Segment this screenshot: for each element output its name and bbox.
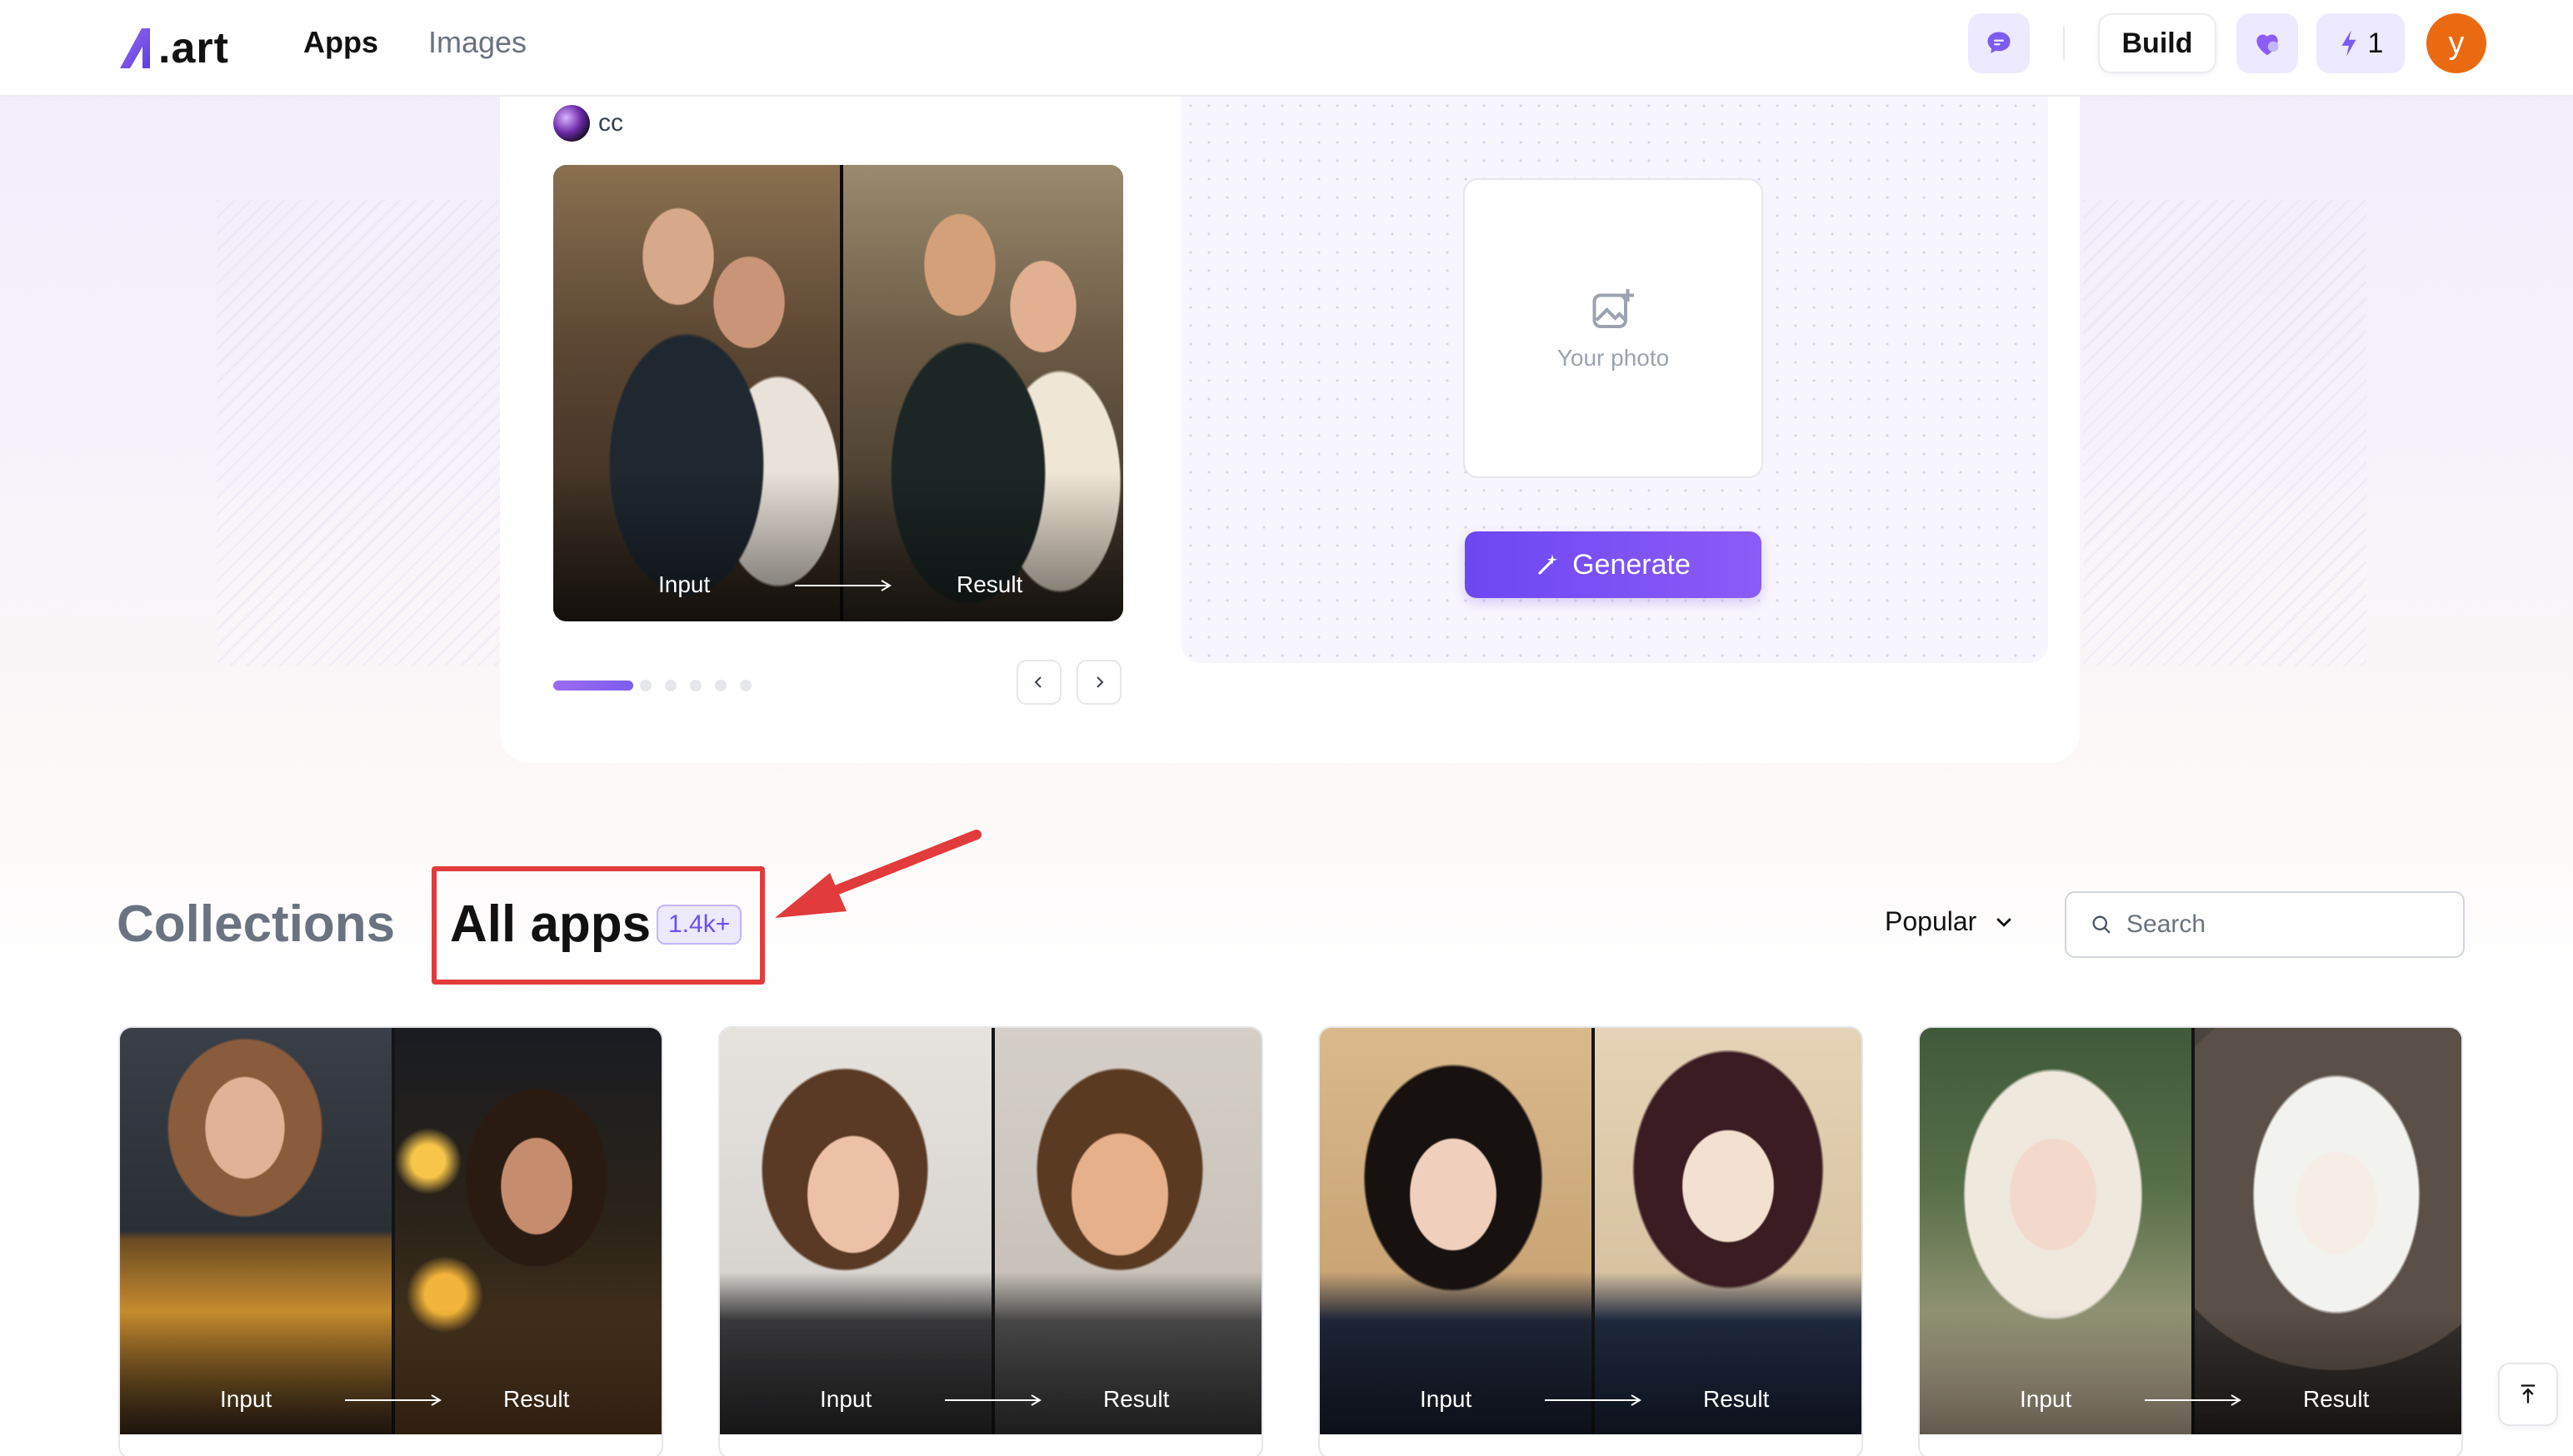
carousel-dot[interactable]	[740, 680, 752, 691]
app-card[interactable]: Input Result	[718, 1026, 1263, 1456]
apps-count-badge: 1.4k+	[657, 905, 742, 945]
heart-icon	[2256, 34, 2279, 56]
credits-button[interactable]: 1	[2316, 13, 2405, 73]
lightning-icon	[2341, 30, 2356, 57]
sort-selected: Popular	[1885, 906, 1977, 936]
arrow-right-icon	[2145, 1394, 2241, 1406]
chat-button[interactable]	[1968, 13, 2030, 73]
app-card-image: Input Result	[120, 1028, 662, 1434]
carousel-prev-button[interactable]	[1017, 660, 1062, 705]
app-card[interactable]: Input Result	[1318, 1026, 1863, 1456]
magic-wand-icon	[1538, 554, 1558, 575]
decorative-stripes-right	[2083, 200, 2366, 666]
chevron-right-icon	[1097, 676, 1104, 688]
search-icon	[2092, 915, 2111, 934]
nav-images[interactable]: Images	[428, 25, 527, 60]
chevron-down-icon	[1996, 917, 2012, 927]
upload-label: Your photo	[1556, 345, 1670, 371]
arrow-up-to-top-icon	[2521, 1384, 2536, 1404]
user-avatar[interactable]: y	[2426, 13, 2486, 73]
app-card-input-label: Input	[820, 1386, 872, 1412]
arrow-right-icon	[1545, 1394, 1641, 1406]
app-card-input-label: Input	[1420, 1386, 1472, 1412]
logo-mark-icon	[120, 28, 150, 68]
credit-count: 1	[2367, 27, 2384, 59]
arrow-right-icon	[945, 1394, 1042, 1406]
demo-image: Input Result	[553, 165, 1123, 621]
app-card-image: Input Result	[1920, 1028, 2461, 1434]
carousel-dot[interactable]	[715, 680, 727, 691]
app-card[interactable]: Input Result	[118, 1026, 663, 1456]
generate-button[interactable]: Generate	[1465, 531, 1761, 598]
photo-upload-box[interactable]: Your photo	[1463, 178, 1763, 478]
app-card-result-label: Result	[2303, 1386, 2370, 1412]
app-card[interactable]: Input Result	[1918, 1026, 2463, 1456]
chat-bubble-icon	[1987, 32, 2011, 53]
app-card-image: Input Result	[1320, 1028, 1861, 1434]
logo[interactable]: .art	[117, 15, 229, 82]
logo-text: .art	[158, 24, 229, 72]
favorites-button[interactable]	[2236, 13, 2298, 73]
back-to-top-button[interactable]	[2498, 1363, 2558, 1426]
app-card-input-label: Input	[2020, 1386, 2072, 1412]
carousel-next-button[interactable]	[1077, 660, 1122, 705]
app-card-image: Input Result	[720, 1028, 1262, 1434]
tab-all-apps[interactable]: All apps	[450, 895, 651, 954]
demo-input-label: Input	[658, 571, 711, 597]
header-divider	[2063, 27, 2065, 60]
tab-collections[interactable]: Collections	[117, 895, 395, 954]
decorative-stripes-left	[217, 200, 500, 666]
generate-label: Generate	[1572, 548, 1691, 581]
app-card-input-label: Input	[220, 1386, 272, 1412]
app-card-result-label: Result	[503, 1386, 570, 1412]
build-button[interactable]: Build	[2098, 13, 2216, 73]
app-card-result-label: Result	[1103, 1386, 1170, 1412]
carousel-dot-active[interactable]	[553, 681, 633, 691]
creator-info[interactable]: cc	[553, 105, 623, 142]
app-card-result-label: Result	[1703, 1386, 1770, 1412]
creator-avatar	[553, 105, 590, 142]
add-image-icon	[1592, 289, 1634, 328]
annotation-arrow-icon	[775, 830, 982, 918]
top-bar: .art Apps Images Build 1 y	[0, 0, 2573, 97]
search-field[interactable]	[2065, 891, 2465, 958]
carousel-indicators	[553, 680, 752, 691]
nav-apps[interactable]: Apps	[303, 25, 378, 60]
carousel-dot[interactable]	[640, 680, 652, 691]
arrow-right-icon	[345, 1394, 442, 1406]
carousel-dot[interactable]	[690, 680, 702, 691]
arrow-right-icon	[795, 580, 892, 591]
carousel-dot[interactable]	[665, 680, 677, 691]
creator-name: cc	[598, 109, 623, 137]
featured-app-panel: cc Input Result Your photo Generate	[500, 97, 2080, 763]
search-input[interactable]	[2126, 910, 2443, 939]
chevron-left-icon	[1034, 676, 1042, 688]
demo-result-label: Result	[957, 571, 1023, 597]
sort-dropdown[interactable]: Popular	[1885, 906, 2015, 937]
